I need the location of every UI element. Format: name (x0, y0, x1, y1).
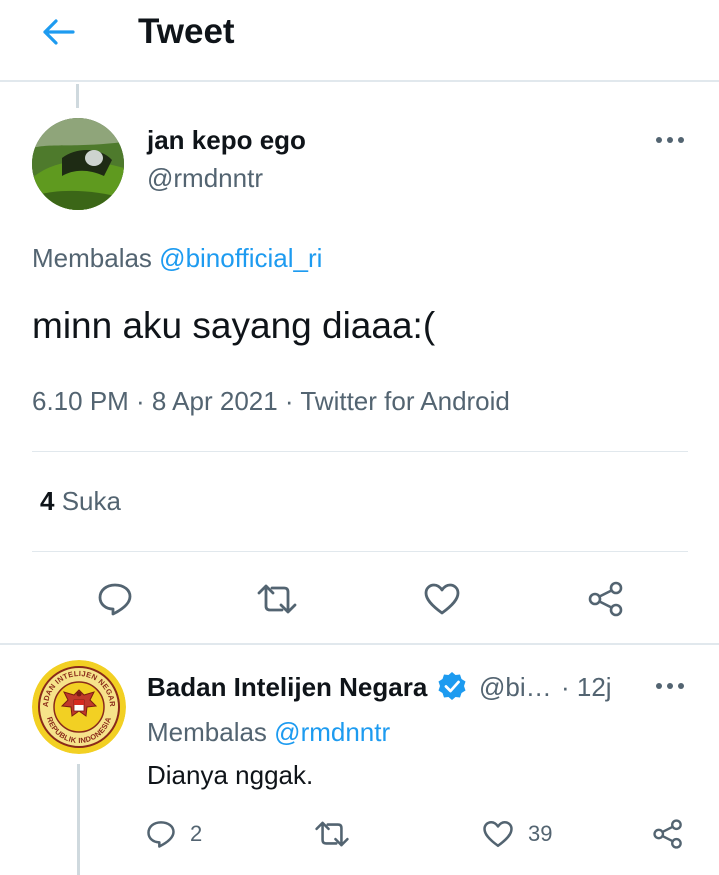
like-count: 39 (528, 821, 553, 846)
page-title: Tweet (138, 12, 235, 51)
retweet-icon (257, 584, 297, 614)
heart-icon (424, 583, 460, 615)
like-button[interactable]: 39 (482, 816, 552, 852)
likes-count: 4 (40, 486, 55, 516)
divider (32, 551, 688, 552)
avatar[interactable]: BADAN INTELIJEN NEGARA REPUBLIK INDONESI… (32, 660, 126, 754)
reply-button[interactable]: 2 (146, 816, 202, 852)
thread-connector (76, 84, 79, 108)
like-button[interactable] (419, 578, 465, 620)
share-icon (588, 581, 623, 617)
share-button[interactable] (583, 578, 629, 620)
author-name[interactable]: jan kepo ego (147, 125, 306, 155)
reply-icon (147, 821, 175, 848)
likes-stat[interactable]: 4 Suka (40, 486, 121, 516)
retweet-icon (315, 821, 349, 847)
mention-link[interactable]: @rmdnntr (274, 717, 390, 747)
author-name[interactable]: Badan Intelijen Negara (147, 672, 427, 702)
back-button[interactable] (36, 12, 80, 52)
thread-connector (77, 764, 80, 875)
author-handle[interactable]: @bi… (479, 672, 552, 702)
replying-to-label: Membalas (32, 243, 152, 273)
share-icon (653, 819, 682, 849)
replying-to: Membalas @rmdnntr (147, 717, 390, 747)
reply-button[interactable] (92, 578, 138, 620)
reply-icon (98, 583, 132, 616)
avatar[interactable] (32, 118, 124, 210)
divider (0, 643, 719, 645)
arrow-left-icon (43, 19, 75, 45)
author-handle[interactable]: @rmdnntr (147, 163, 263, 193)
more-icon (656, 683, 684, 689)
verified-badge-icon (438, 672, 466, 700)
tweet-text: minn aku sayang diaaa:( (32, 305, 436, 346)
replying-to-label: Membalas (147, 717, 267, 747)
more-icon (656, 137, 684, 143)
divider (32, 451, 688, 452)
heart-icon (483, 820, 513, 848)
mention-link[interactable]: @binofficial_ri (159, 243, 322, 273)
retweet-button[interactable] (254, 578, 300, 620)
tweet-text: Dianya nggak. (147, 760, 314, 790)
more-options-button[interactable] (650, 128, 690, 152)
timestamp[interactable]: · 12j (561, 672, 612, 702)
tweet-meta: 6.10 PM · 8 Apr 2021 · Twitter for Andro… (32, 386, 510, 416)
more-options-button[interactable] (650, 674, 690, 698)
replying-to: Membalas @binofficial_ri (32, 243, 322, 273)
reply-count: 2 (190, 821, 203, 846)
likes-label: Suka (61, 486, 121, 516)
share-button[interactable] (652, 816, 684, 852)
retweet-button[interactable] (314, 816, 350, 852)
top-bar: Tweet (0, 0, 719, 82)
